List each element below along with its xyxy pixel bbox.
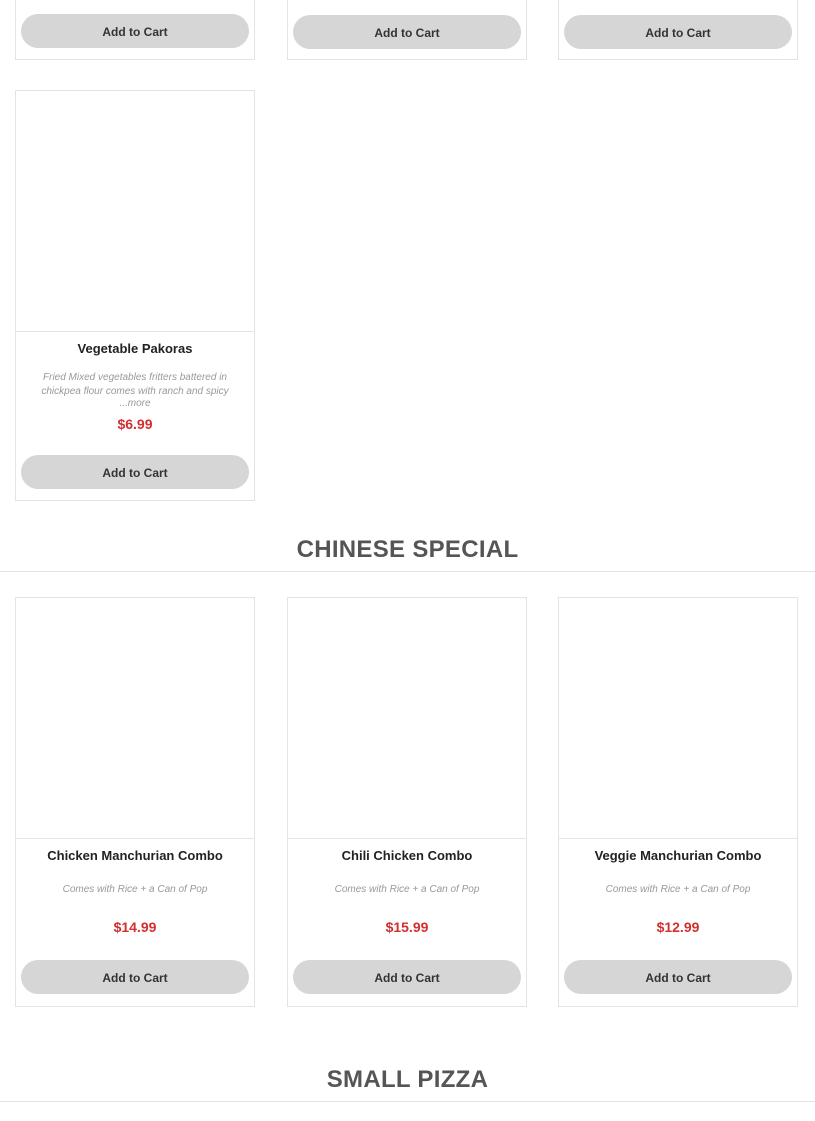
item-price: $12.99 bbox=[656, 919, 700, 935]
section-divider bbox=[0, 1101, 815, 1102]
menu-item-card: Add to Cart bbox=[558, 0, 798, 60]
add-to-cart-button[interactable]: Add to Cart bbox=[564, 15, 792, 49]
item-image[interactable] bbox=[16, 91, 254, 332]
item-description-text: Fried Mixed vegetables fritters battered… bbox=[41, 372, 229, 397]
section-title: CHINESE SPECIAL bbox=[296, 536, 519, 563]
add-to-cart-button[interactable]: Add to Cart bbox=[21, 14, 249, 48]
menu-item-card: Chicken Manchurian Combo Comes with Rice… bbox=[15, 597, 255, 1007]
add-to-cart-button[interactable]: Add to Cart bbox=[21, 455, 249, 489]
item-description: Comes with Rice + a Can of Pop bbox=[62, 884, 208, 895]
menu-page: Add to Cart Add to Cart Add to Cart Vege… bbox=[0, 0, 815, 1121]
item-price: $15.99 bbox=[385, 919, 429, 935]
item-description: Fried Mixed vegetables fritters battered… bbox=[16, 371, 254, 399]
item-name[interactable]: Chicken Manchurian Combo bbox=[16, 847, 254, 865]
item-image[interactable] bbox=[559, 598, 797, 839]
item-description: Comes with Rice + a Can of Pop bbox=[605, 884, 751, 895]
more-link[interactable]: ...more bbox=[16, 397, 254, 411]
item-price: $14.99 bbox=[113, 919, 157, 935]
item-price: $6.99 bbox=[117, 416, 153, 432]
item-description: Comes with Rice + a Can of Pop bbox=[334, 884, 480, 895]
section-title: SMALL PIZZA bbox=[326, 1066, 489, 1093]
add-to-cart-button[interactable]: Add to Cart bbox=[21, 960, 249, 994]
item-image[interactable] bbox=[288, 598, 526, 839]
item-name[interactable]: Chili Chicken Combo bbox=[288, 847, 526, 865]
item-image[interactable] bbox=[16, 598, 254, 839]
item-name[interactable]: Vegetable Pakoras bbox=[16, 340, 254, 358]
menu-item-card: Add to Cart bbox=[287, 0, 527, 60]
add-to-cart-button[interactable]: Add to Cart bbox=[293, 960, 521, 994]
item-name[interactable]: Veggie Manchurian Combo bbox=[559, 847, 797, 865]
add-to-cart-button[interactable]: Add to Cart bbox=[564, 960, 792, 994]
add-to-cart-button[interactable]: Add to Cart bbox=[293, 15, 521, 49]
menu-item-card: Vegetable Pakoras Fried Mixed vegetables… bbox=[15, 90, 255, 501]
menu-item-card: Add to Cart bbox=[15, 0, 255, 60]
menu-item-card: Veggie Manchurian Combo Comes with Rice … bbox=[558, 597, 798, 1007]
section-divider bbox=[0, 571, 815, 572]
menu-item-card: Chili Chicken Combo Comes with Rice + a … bbox=[287, 597, 527, 1007]
